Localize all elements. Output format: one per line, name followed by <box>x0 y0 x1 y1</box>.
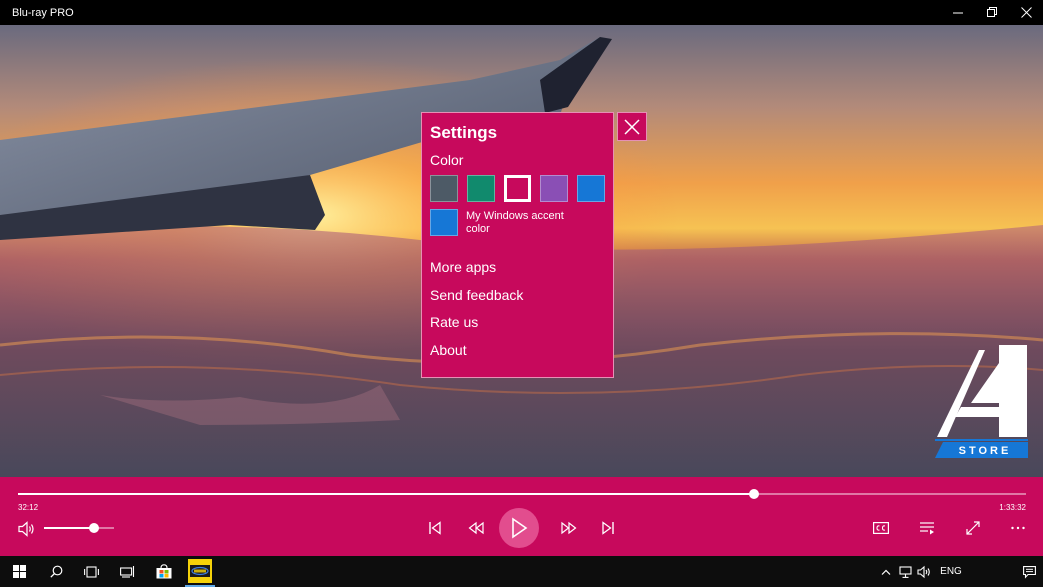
menu-item-about[interactable]: About <box>430 341 605 369</box>
taskbar-app-bluray[interactable] <box>185 556 215 587</box>
show-hidden-icons-button[interactable] <box>878 556 894 587</box>
task-view-icon <box>83 565 99 578</box>
minimize-button[interactable] <box>941 0 975 25</box>
color-swatch-pink[interactable] <box>503 175 532 202</box>
playlist-icon <box>920 522 934 535</box>
accent-color-label: My Windows accent color <box>466 210 564 235</box>
elapsed-time: 32:12 <box>18 503 39 512</box>
color-swatches <box>430 175 606 202</box>
player-controls: 32:12 1:33:32 <box>0 477 1043 556</box>
title-bar: Blu-ray PRO <box>0 0 1043 25</box>
accent-color-option[interactable]: My Windows accent color <box>430 209 605 236</box>
fullscreen-button[interactable] <box>963 519 983 537</box>
store-logo: STORE <box>935 345 1028 458</box>
fullscreen-icon <box>966 521 980 535</box>
timeline-icon <box>119 566 134 578</box>
play-icon <box>512 517 528 539</box>
volume-icon[interactable] <box>18 521 36 537</box>
fast-forward-button[interactable] <box>560 519 578 537</box>
volume-level <box>44 527 95 529</box>
more-options-button[interactable] <box>1008 519 1028 537</box>
settings-menu: More apps Send feedback Rate us About <box>430 258 605 368</box>
previous-button[interactable] <box>426 519 444 537</box>
input-language[interactable]: ENG <box>938 556 964 587</box>
taskbar-app-tasks[interactable] <box>116 556 138 587</box>
color-swatch-purple[interactable] <box>540 175 569 202</box>
windows-icon <box>12 565 26 578</box>
settings-panel: Settings Color My Windows accent color M… <box>421 112 614 378</box>
menu-item-rate-us[interactable]: Rate us <box>430 313 605 341</box>
task-view-button[interactable] <box>80 556 102 587</box>
next-button[interactable] <box>599 519 617 537</box>
store-logo-text: STORE <box>959 445 1012 457</box>
color-swatch-green[interactable] <box>466 175 495 202</box>
minimize-icon <box>952 12 963 14</box>
color-swatch-gray[interactable] <box>430 175 458 202</box>
accent-color-swatch[interactable] <box>430 209 458 236</box>
settings-close-button[interactable] <box>617 112 647 141</box>
store-bag-icon <box>156 564 172 579</box>
total-time: 1:33:32 <box>999 503 1026 512</box>
close-icon <box>624 118 640 135</box>
restore-button[interactable] <box>975 0 1009 25</box>
start-button[interactable] <box>8 556 30 587</box>
window-controls <box>941 0 1043 25</box>
more-icon <box>1011 526 1025 530</box>
volume-slider[interactable] <box>44 523 114 533</box>
rewind-button[interactable] <box>467 519 485 537</box>
playlist-button[interactable] <box>918 519 938 537</box>
color-label: Color <box>430 152 464 168</box>
chevron-up-icon <box>881 569 891 575</box>
action-center-button[interactable] <box>1018 556 1040 587</box>
taskbar-app-store[interactable] <box>153 556 175 587</box>
menu-item-send-feedback[interactable]: Send feedback <box>430 286 605 314</box>
taskbar: ENG <box>0 556 1043 587</box>
skip-previous-icon <box>429 521 441 535</box>
network-icon <box>899 565 912 578</box>
menu-item-more-apps[interactable]: More apps <box>430 258 605 286</box>
sound-tray-button[interactable] <box>915 556 933 587</box>
search-icon <box>49 565 62 578</box>
close-icon <box>1020 7 1032 18</box>
play-button[interactable] <box>499 508 539 548</box>
fast-forward-icon <box>561 521 577 535</box>
subtitles-button[interactable] <box>871 519 891 537</box>
seek-bar-progress <box>18 493 754 495</box>
close-window-button[interactable] <box>1009 0 1043 25</box>
seek-bar[interactable] <box>18 489 1026 499</box>
seek-bar-thumb[interactable] <box>748 489 759 499</box>
notifications-icon <box>1022 565 1036 579</box>
network-button[interactable] <box>897 556 915 587</box>
volume-thumb[interactable] <box>89 523 100 533</box>
closed-captions-icon <box>873 522 890 535</box>
speaker-icon <box>917 565 930 578</box>
rewind-icon <box>468 521 484 535</box>
bluray-app-icon <box>188 558 212 583</box>
search-button[interactable] <box>45 556 67 587</box>
app-title: Blu-ray PRO <box>12 6 74 19</box>
color-swatch-blue[interactable] <box>577 175 606 202</box>
settings-title: Settings <box>430 123 498 142</box>
skip-next-icon <box>602 521 614 535</box>
restore-icon <box>986 7 997 17</box>
